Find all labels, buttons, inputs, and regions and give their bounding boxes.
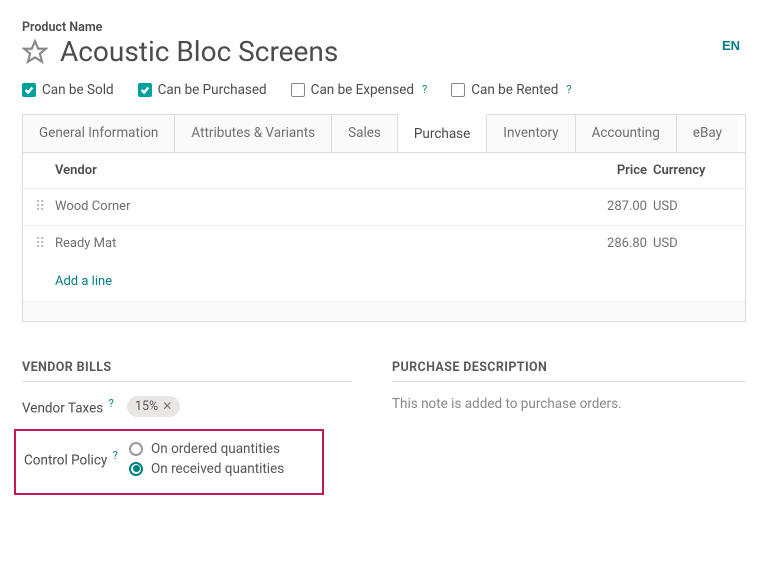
radio-icon	[129, 442, 143, 456]
tab-attributes-variants[interactable]: Attributes & Variants	[175, 115, 332, 152]
radio-on-ordered-quantities[interactable]: On ordered quantities	[129, 441, 284, 457]
table-row[interactable]: ⠿ Wood Corner 287.00 USD	[23, 188, 745, 225]
radio-on-received-quantities[interactable]: On received quantities	[129, 461, 284, 477]
purchase-description-input[interactable]: This note is added to purchase orders.	[392, 396, 746, 412]
table-row[interactable]: ⠿ Ready Mat 286.80 USD	[23, 225, 745, 262]
vendor-col-header: Vendor	[55, 163, 593, 178]
can-be-expensed-label: Can be Expensed	[311, 82, 414, 98]
currency-col-header: Currency	[653, 163, 733, 178]
can-be-expensed-checkbox[interactable]: Can be Expensed ?	[291, 82, 428, 98]
tab-general-information[interactable]: General Information	[23, 115, 175, 152]
lang-button[interactable]: EN	[716, 37, 746, 54]
tab-purchase[interactable]: Purchase	[398, 114, 487, 152]
tab-inventory[interactable]: Inventory	[487, 115, 575, 152]
tabs-bar: General Information Attributes & Variant…	[22, 114, 746, 153]
radio-label: On ordered quantities	[151, 441, 280, 457]
control-policy-label: Control Policy	[24, 453, 107, 469]
control-policy-highlight: Control Policy ? On ordered quantities O…	[14, 429, 324, 495]
check-icon	[291, 83, 305, 97]
drag-handle-icon[interactable]: ⠿	[35, 199, 55, 215]
product-title[interactable]: Acoustic Bloc Screens	[60, 37, 338, 68]
price-cell: 286.80	[593, 236, 653, 251]
vendor-cell: Ready Mat	[55, 236, 593, 251]
add-a-line-link[interactable]: Add a line	[23, 262, 745, 301]
vendor-taxes-label: Vendor Taxes	[22, 400, 103, 416]
tab-sales[interactable]: Sales	[332, 115, 398, 152]
price-cell: 287.00	[593, 199, 653, 214]
help-icon[interactable]: ?	[422, 83, 427, 96]
currency-cell: USD	[653, 199, 733, 214]
can-be-rented-label: Can be Rented	[471, 82, 558, 98]
table-footer-spacer	[23, 301, 745, 321]
product-options-row: Can be Sold Can be Purchased Can be Expe…	[22, 82, 746, 98]
check-icon	[22, 83, 36, 97]
drag-handle-icon[interactable]: ⠿	[35, 236, 55, 252]
vendor-bills-section-title: VENDOR BILLS	[22, 360, 352, 382]
radio-label: On received quantities	[151, 461, 284, 477]
vendor-taxes-row: Vendor Taxes ? 15% ✕	[22, 396, 352, 417]
star-icon[interactable]	[22, 39, 48, 65]
check-icon	[451, 83, 465, 97]
vendor-cell: Wood Corner	[55, 199, 593, 214]
close-icon[interactable]: ✕	[162, 399, 172, 413]
can-be-rented-checkbox[interactable]: Can be Rented ?	[451, 82, 571, 98]
can-be-purchased-label: Can be Purchased	[158, 82, 267, 98]
help-icon[interactable]: ?	[566, 83, 571, 96]
tab-accounting[interactable]: Accounting	[576, 115, 677, 152]
can-be-purchased-checkbox[interactable]: Can be Purchased	[138, 82, 267, 98]
help-icon[interactable]: ?	[113, 449, 118, 462]
currency-cell: USD	[653, 236, 733, 251]
tab-ebay[interactable]: eBay	[677, 115, 738, 152]
radio-icon	[129, 462, 143, 476]
tax-tag[interactable]: 15% ✕	[127, 396, 180, 417]
can-be-sold-checkbox[interactable]: Can be Sold	[22, 82, 114, 98]
can-be-sold-label: Can be Sold	[42, 82, 114, 98]
purchase-description-section-title: PURCHASE DESCRIPTION	[392, 360, 746, 382]
vendor-table: Vendor Price Currency ⠿ Wood Corner 287.…	[22, 153, 746, 322]
product-name-field-label: Product Name	[22, 20, 746, 35]
tax-tag-label: 15%	[135, 399, 158, 414]
check-icon	[138, 83, 152, 97]
price-col-header: Price	[593, 163, 653, 178]
help-icon[interactable]: ?	[109, 397, 114, 410]
